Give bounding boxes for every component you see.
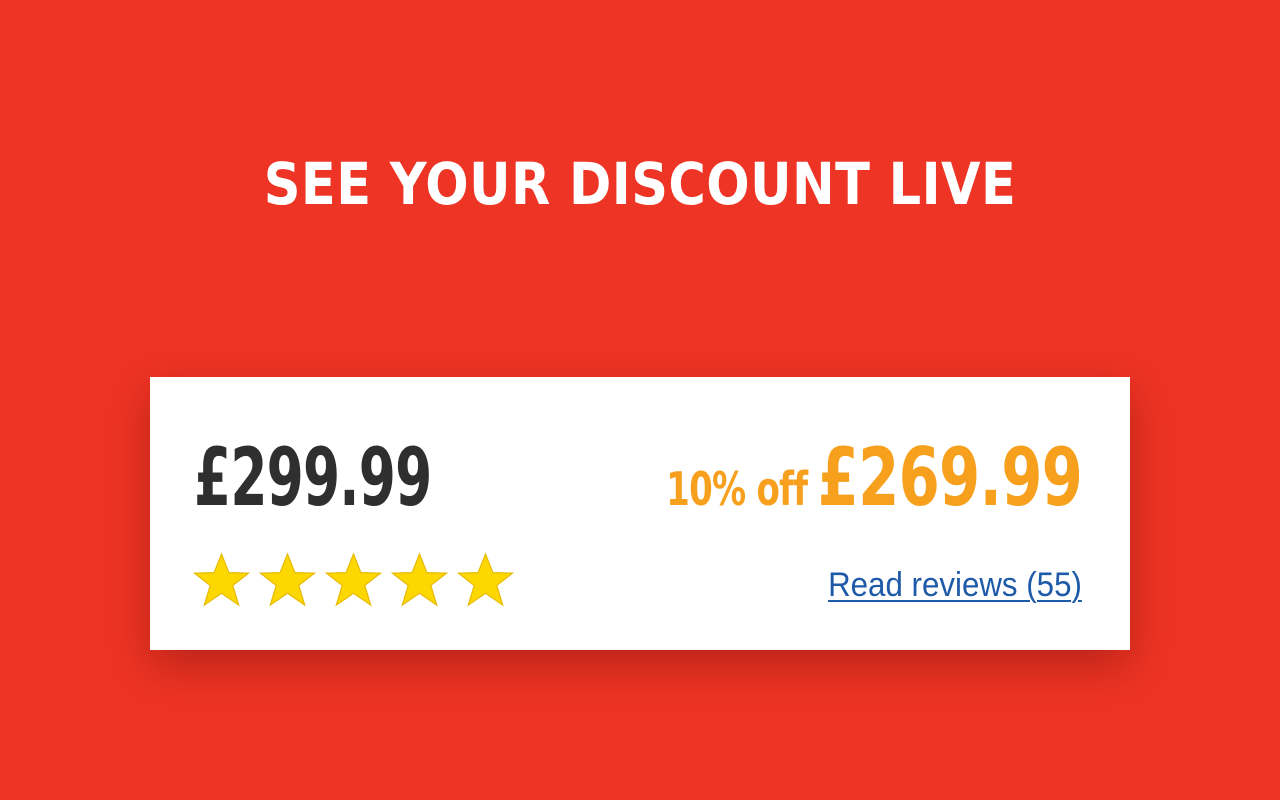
star-icon (324, 551, 383, 607)
star-icon (390, 551, 449, 607)
banner-headline: SEE YOUR DISCOUNT LIVE (263, 150, 1017, 218)
discount-block: 10% off £269.99 (666, 431, 1083, 524)
star-icon (192, 551, 251, 607)
original-price: £299.99 (194, 431, 432, 524)
star-rating (192, 550, 515, 610)
product-price-card: £299.99 10% off £269.99 Read reviews (55) (150, 377, 1130, 650)
star-icon (258, 551, 317, 607)
discount-label: 10% off (666, 462, 808, 516)
star-icon (456, 551, 515, 607)
read-reviews-link[interactable]: Read reviews (55) (828, 563, 1082, 607)
sale-price: £269.99 (817, 431, 1083, 524)
